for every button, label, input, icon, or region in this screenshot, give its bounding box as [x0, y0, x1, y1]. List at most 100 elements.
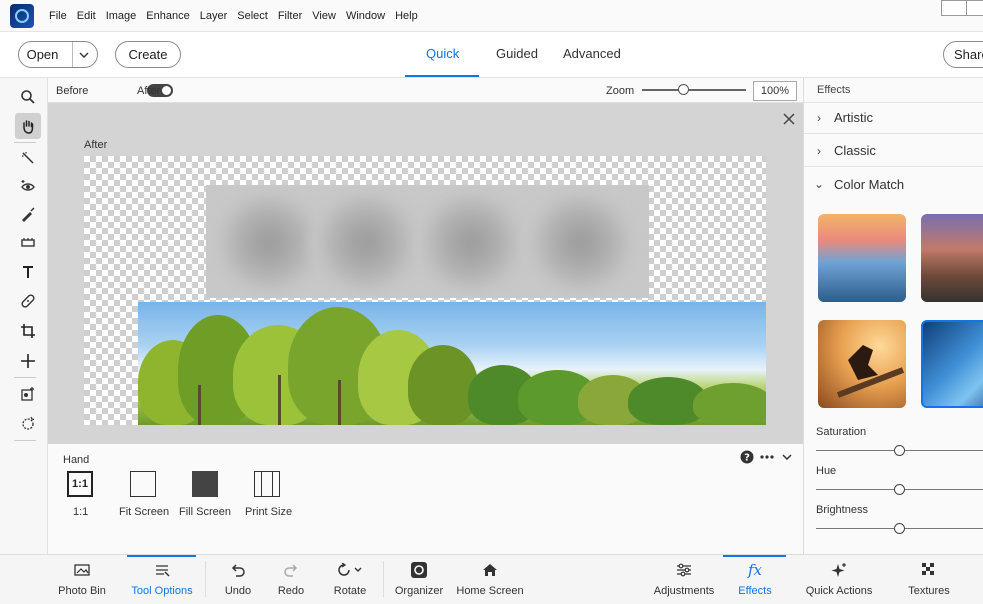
fx-icon: fx: [747, 561, 762, 579]
toolbox: [0, 78, 48, 554]
share-button[interactable]: Share: [943, 41, 983, 68]
app-logo-icon: [10, 3, 34, 28]
menu-layer[interactable]: Layer: [195, 10, 233, 22]
more-options-icon[interactable]: [760, 455, 774, 459]
maximize-button[interactable]: [966, 0, 983, 16]
one-to-one-icon: 1:1: [72, 478, 88, 490]
fit-screen-label: Fit Screen: [119, 506, 170, 518]
canvas-area[interactable]: After: [48, 103, 803, 444]
straighten-tool-icon[interactable]: [15, 229, 41, 255]
print-size-button[interactable]: [254, 471, 280, 497]
svg-text:?: ?: [744, 453, 750, 464]
redo-button[interactable]: Redo: [275, 555, 307, 604]
spot-healing-tool-icon[interactable]: [15, 288, 41, 314]
whiten-teeth-tool-icon[interactable]: [15, 201, 41, 227]
move-tool-icon[interactable]: [15, 348, 41, 374]
menu-edit[interactable]: Edit: [72, 10, 101, 22]
effects-button[interactable]: fx Effects: [733, 555, 777, 604]
auto-creations-tool-icon[interactable]: [15, 410, 41, 436]
menu-help[interactable]: Help: [390, 10, 423, 22]
zoom-slider-knob[interactable]: [678, 84, 689, 95]
hue-slider-knob[interactable]: [894, 484, 905, 495]
canvas-view-label: After: [84, 139, 108, 151]
redo-icon: [283, 561, 299, 579]
menu-enhance[interactable]: Enhance: [141, 10, 194, 22]
zoom-slider-track[interactable]: [642, 89, 746, 91]
quick-selection-tool-icon[interactable]: [15, 145, 41, 171]
view-options-row: Before After Zoom 100%: [48, 78, 803, 103]
textures-button[interactable]: Textures: [906, 555, 952, 604]
section-artistic-label: Artistic: [834, 110, 873, 125]
chevron-down-icon: ⌄: [813, 177, 825, 191]
chevron-down-icon[interactable]: [79, 52, 89, 58]
tab-guided[interactable]: Guided: [496, 46, 538, 61]
before-label: Before: [56, 85, 89, 97]
top-toolbar: Open Create Quick Guided Advanced Share: [0, 32, 983, 78]
zoom-label: Zoom: [606, 85, 635, 97]
rotate-icon: [337, 561, 363, 579]
saturation-slider-knob[interactable]: [894, 445, 905, 456]
quick-actions-tool-icon[interactable]: [15, 381, 41, 407]
brightness-slider-knob[interactable]: [894, 523, 905, 534]
zoom-tool-icon[interactable]: [15, 84, 41, 110]
fill-screen-label: Fill Screen: [179, 506, 231, 518]
chevron-right-icon: ›: [817, 110, 821, 125]
print-size-label: Print Size: [245, 506, 293, 518]
section-color-match-label: Color Match: [834, 176, 905, 192]
create-button[interactable]: Create: [115, 41, 181, 68]
section-color-match[interactable]: ⌄ Color Match: [804, 168, 983, 200]
menu-filter[interactable]: Filter: [273, 10, 307, 22]
color-match-preset-skater[interactable]: [818, 320, 906, 408]
photo-bin-icon: [74, 561, 90, 579]
menu-bar: File Edit Image Enhance Layer Select Fil…: [0, 0, 983, 32]
home-screen-button[interactable]: Home Screen: [456, 555, 524, 604]
effects-label: Effects: [738, 585, 772, 597]
zoom-value-field[interactable]: 100%: [753, 81, 797, 101]
menu-window[interactable]: Window: [341, 10, 390, 22]
tab-advanced[interactable]: Advanced: [563, 46, 621, 61]
tool-options-button[interactable]: Tool Options: [130, 555, 194, 604]
organizer-button[interactable]: Organizer: [395, 555, 443, 604]
bottom-bar: Photo Bin Tool Options Undo Redo Rotate …: [0, 554, 983, 604]
color-match-preset-blue-feathers[interactable]: [921, 320, 983, 408]
photo-bin-label: Photo Bin: [58, 585, 106, 597]
rotate-button[interactable]: Rotate: [330, 555, 370, 604]
tab-quick[interactable]: Quick: [426, 46, 459, 61]
actual-pixels-label: 1:1: [73, 506, 89, 518]
crop-tool-icon[interactable]: [15, 318, 41, 344]
brightness-label: Brightness: [816, 504, 868, 516]
red-eye-tool-icon[interactable]: [15, 173, 41, 199]
photo-bin-button[interactable]: Photo Bin: [55, 555, 109, 604]
effects-panel: Effects › Artistic › Classic ⌄ Color Mat…: [803, 78, 983, 554]
quick-actions-button[interactable]: Quick Actions: [806, 555, 872, 604]
toolbox-divider: [14, 377, 36, 378]
section-classic-label: Classic: [834, 143, 876, 158]
tool-name-label: Hand: [63, 454, 90, 466]
undo-label: Undo: [224, 585, 252, 597]
open-button[interactable]: Open: [18, 41, 98, 68]
menu-image[interactable]: Image: [101, 10, 142, 22]
type-tool-icon[interactable]: [15, 259, 41, 285]
section-classic[interactable]: › Classic: [804, 135, 983, 167]
fit-screen-button[interactable]: [130, 471, 156, 497]
fill-screen-button[interactable]: [192, 471, 218, 497]
undo-button[interactable]: Undo: [222, 555, 254, 604]
organizer-label: Organizer: [394, 585, 444, 597]
color-match-preset-desert-road[interactable]: [921, 214, 983, 302]
undo-icon: [230, 561, 246, 579]
menu-view[interactable]: View: [307, 10, 341, 22]
help-icon[interactable]: ?: [740, 450, 754, 464]
redo-label: Redo: [277, 585, 305, 597]
section-artistic[interactable]: › Artistic: [804, 102, 983, 134]
active-tab-indicator: [405, 75, 479, 77]
minimize-button[interactable]: [941, 0, 967, 16]
menu-file[interactable]: File: [44, 10, 72, 22]
collapse-chevron-icon[interactable]: [782, 454, 792, 460]
color-match-preset-sunset-lake[interactable]: [818, 214, 906, 302]
hue-label: Hue: [816, 465, 837, 477]
close-icon[interactable]: [783, 113, 795, 125]
menu-select[interactable]: Select: [232, 10, 273, 22]
adjustments-button[interactable]: Adjustments: [653, 555, 715, 604]
actual-pixels-button[interactable]: 1:1: [67, 471, 93, 497]
hand-tool-icon[interactable]: [15, 113, 41, 139]
